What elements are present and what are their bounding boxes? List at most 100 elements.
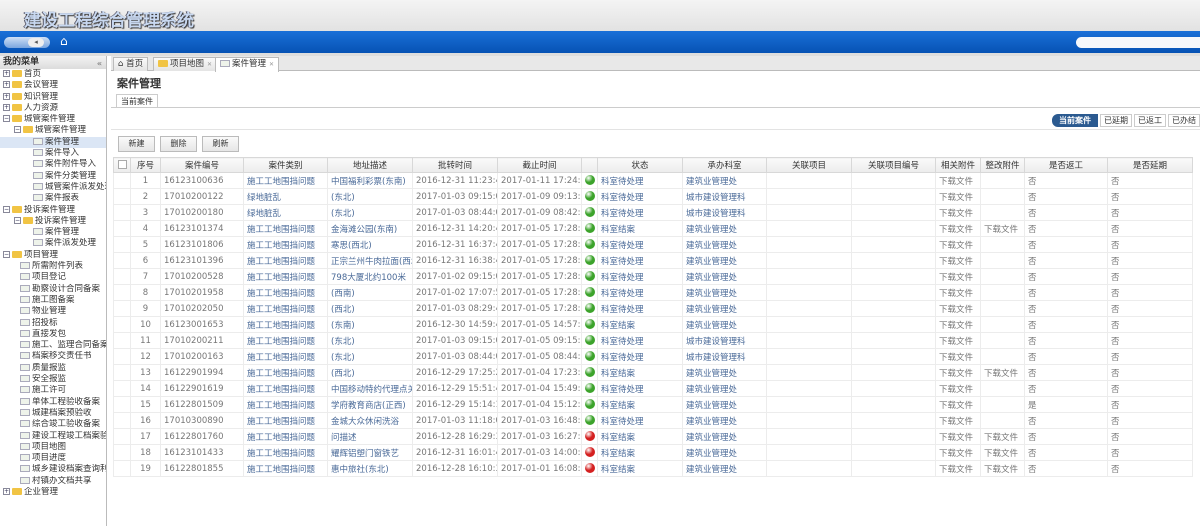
column-header[interactable]: 案件类别 xyxy=(243,157,328,173)
table-row[interactable]: 2 17010200122 绿地脏乱 (东北) 2017-01-03 09:15:08 2… xyxy=(113,188,1193,205)
table-cell[interactable]: 下载文件 xyxy=(935,236,981,253)
sidebar-item[interactable]: 城乡建设档案查询利 xyxy=(0,464,106,475)
sidebar-item[interactable]: + 人力资源 xyxy=(0,103,106,114)
table-cell[interactable]: 下载文件 xyxy=(980,220,1025,237)
sidebar-item[interactable]: 案件管理 xyxy=(0,227,106,238)
column-header[interactable]: 是否返工 xyxy=(1024,157,1108,173)
table-row[interactable]: 5 16123101806 施工工地围挡问题 寒思(西北) 2016-12-31 16:… xyxy=(113,236,1193,253)
sidebar-item[interactable]: + 会议管理 xyxy=(0,80,106,91)
sidebar-item[interactable]: 村镇办文档共享 xyxy=(0,476,106,487)
table-row[interactable]: 19 16122801855 施工工地围挡问题 惠中旅社(东北) 2016-12-28 … xyxy=(113,460,1193,477)
sidebar-item[interactable]: 案件导入 xyxy=(0,148,106,159)
sidebar-item[interactable]: − 投诉案件管理 xyxy=(0,205,106,216)
table-cell[interactable]: 下载文件 xyxy=(935,332,981,349)
sidebar-item[interactable]: − 城管案件管理 xyxy=(0,125,106,136)
sidebar-item[interactable]: 档案移交责任书 xyxy=(0,351,106,362)
tab-home[interactable]: ⌂ 首页 xyxy=(113,57,149,71)
table-cell[interactable]: 下载文件 xyxy=(935,444,981,461)
sidebar-item[interactable]: 单体工程验收备案 xyxy=(0,397,106,408)
table-cell[interactable]: 下载文件 xyxy=(935,364,981,381)
column-header[interactable]: 是否延期 xyxy=(1107,157,1193,173)
filter-current[interactable]: 当前案件 xyxy=(1052,114,1098,127)
sidebar-item[interactable]: − 投诉案件管理 xyxy=(0,216,106,227)
column-header[interactable] xyxy=(581,157,598,173)
expand-icon[interactable]: + xyxy=(3,487,10,495)
sidebar-item[interactable]: 项目进度 xyxy=(0,453,106,464)
expand-icon[interactable]: + xyxy=(3,81,10,89)
table-cell[interactable]: 下载文件 xyxy=(980,364,1025,381)
table-row[interactable]: 9 17010202050 施工工地围挡问题 (西北) 2017-01-03 08:29… xyxy=(113,300,1193,317)
sidebar-item[interactable]: − 城管案件管理 xyxy=(0,114,106,125)
table-cell[interactable]: 下载文件 xyxy=(935,428,981,445)
table-row[interactable]: 10 16123001653 施工工地围挡问题 (东南) 2016-12-30 14:5… xyxy=(113,316,1193,333)
sidebar-item[interactable]: 直接发包 xyxy=(0,329,106,340)
sidebar-item[interactable]: 项目地图 xyxy=(0,442,106,453)
table-cell[interactable]: 下载文件 xyxy=(935,172,981,189)
sidebar-item[interactable]: 综合竣工验收备案 xyxy=(0,419,106,430)
table-row[interactable]: 8 17010201958 施工工地围挡问题 (西南) 2017-01-02 17:07… xyxy=(113,284,1193,301)
collapse-icon[interactable]: − xyxy=(3,205,10,213)
sidebar-item[interactable]: 案件附件导入 xyxy=(0,159,106,170)
collapse-icon[interactable]: − xyxy=(14,126,21,134)
column-header[interactable]: 序号 xyxy=(130,157,161,173)
table-cell[interactable]: 下载文件 xyxy=(935,460,981,477)
collapse-icon[interactable]: − xyxy=(3,115,10,123)
table-cell[interactable]: 下载文件 xyxy=(980,460,1025,477)
table-cell[interactable]: 下载文件 xyxy=(935,220,981,237)
filter-closed[interactable]: 已办结 xyxy=(1168,114,1200,127)
table-row[interactable]: 14 16122901619 施工工地围挡问题 中国移动特约代理点关 2016-12-2… xyxy=(113,380,1193,397)
table-cell[interactable]: 下载文件 xyxy=(980,428,1025,445)
column-header[interactable]: 案件编号 xyxy=(160,157,244,173)
close-icon[interactable]: ✕ xyxy=(207,61,212,68)
table-row[interactable]: 3 17010200180 绿地脏乱 (东北) 2017-01-03 08:44:03 2… xyxy=(113,204,1193,221)
sidebar-item[interactable]: 勘察设计合同备案 xyxy=(0,284,106,295)
table-row[interactable]: 6 16123101396 施工工地围挡问题 正宗兰州牛肉拉面(西北 2016-12-3… xyxy=(113,252,1193,269)
sidebar-item[interactable]: 案件报表 xyxy=(0,193,106,204)
table-row[interactable]: 11 17010200211 施工工地围挡问题 (东北) 2017-01-03 09:1… xyxy=(113,332,1193,349)
filter-reworked[interactable]: 已返工 xyxy=(1134,114,1166,127)
sidebar-item[interactable]: 建设工程竣工档案验 xyxy=(0,431,106,442)
table-cell[interactable]: 下载文件 xyxy=(935,316,981,333)
table-row[interactable]: 12 17010200163 施工工地围挡问题 (东北) 2017-01-03 08:4… xyxy=(113,348,1193,365)
expand-icon[interactable]: + xyxy=(3,92,10,100)
sidebar-toggle-button[interactable]: ◂ xyxy=(4,37,50,48)
table-row[interactable]: 4 16123101374 施工工地围挡问题 金海滩公园(东南) 2016-12-31 … xyxy=(113,220,1193,237)
close-icon[interactable]: ✕ xyxy=(269,61,274,68)
delete-button[interactable]: 删除 xyxy=(160,136,197,152)
sidebar-item[interactable]: 安全报监 xyxy=(0,374,106,385)
collapse-icon[interactable]: − xyxy=(14,216,21,224)
sidebar-item[interactable]: 施工、监理合同备案 xyxy=(0,340,106,351)
new-button[interactable]: 新建 xyxy=(118,136,155,152)
filter-extended[interactable]: 已延期 xyxy=(1100,114,1132,127)
tab-current-cases[interactable]: 当前案件 xyxy=(116,94,158,108)
table-cell[interactable]: 下载文件 xyxy=(935,380,981,397)
table-row[interactable]: 13 16122901994 施工工地围挡问题 (西北) 2016-12-29 17:2… xyxy=(113,364,1193,381)
collapse-icon[interactable]: − xyxy=(3,250,10,258)
column-header[interactable]: 整改附件 xyxy=(980,157,1025,173)
sidebar-item[interactable]: 施工许可 xyxy=(0,385,106,396)
sidebar-item[interactable]: 招投标 xyxy=(0,318,106,329)
select-all-checkbox[interactable] xyxy=(117,160,127,169)
table-row[interactable]: 16 17010300890 施工工地围挡问题 金城大众休闲洗浴 2017-01-03 … xyxy=(113,412,1193,429)
search-input[interactable] xyxy=(1076,37,1200,48)
column-header[interactable]: 关联项目 xyxy=(766,157,852,173)
column-header[interactable]: 批转时间 xyxy=(412,157,498,173)
table-row[interactable]: 7 17010200528 施工工地围挡问题 798大厦北约100米 2017-01-0… xyxy=(113,268,1193,285)
sidebar-item[interactable]: 物业管理 xyxy=(0,306,106,317)
sidebar-item[interactable]: 城管案件派发处理 xyxy=(0,182,106,193)
sidebar-item[interactable]: + 知识管理 xyxy=(0,92,106,103)
table-cell[interactable]: 下载文件 xyxy=(935,268,981,285)
column-header[interactable]: 截止时间 xyxy=(497,157,582,173)
tab-project-map[interactable]: 项目地图 ✕ xyxy=(153,57,218,71)
column-header[interactable]: 相关附件 xyxy=(935,157,981,173)
table-cell[interactable]: 下载文件 xyxy=(935,348,981,365)
sidebar-item[interactable]: 所需附件列表 xyxy=(0,261,106,272)
table-row[interactable]: 18 16123101433 施工工地围挡问题 耀辉铝塑门窗铁艺 2016-12-31 … xyxy=(113,444,1193,461)
column-header[interactable]: 承办科室 xyxy=(682,157,767,173)
tab-case-management[interactable]: 案件管理 ✕ xyxy=(215,57,280,72)
table-row[interactable]: 1 16123100636 施工工地围挡问题 中国福利彩票(东南) 2016-12-31… xyxy=(113,172,1193,189)
refresh-button[interactable]: 刷新 xyxy=(202,136,239,152)
table-cell[interactable]: 下载文件 xyxy=(935,188,981,205)
column-header[interactable]: 关联项目编号 xyxy=(851,157,936,173)
sidebar-item[interactable]: 城建档案预验收 xyxy=(0,408,106,419)
